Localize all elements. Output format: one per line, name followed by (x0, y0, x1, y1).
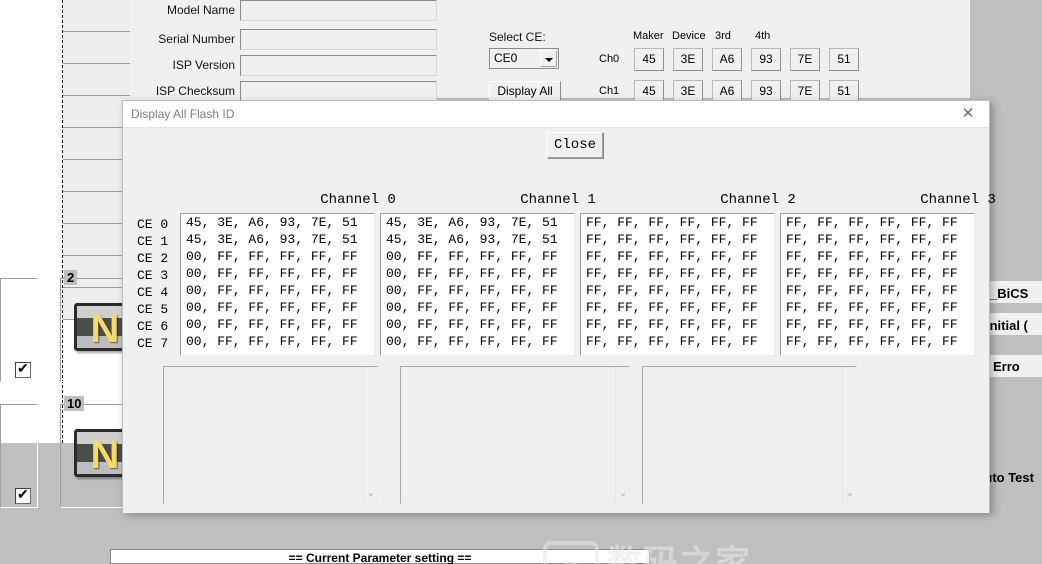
device-checkbox[interactable] (15, 486, 31, 504)
current-parameter-text: == Current Parameter setting == (288, 551, 472, 564)
id-cell[interactable]: 3E (673, 48, 703, 71)
flash-id-row: FF, FF, FF, FF, FF, FF (586, 215, 758, 230)
id-cell[interactable]: 51 (829, 48, 859, 71)
flash-id-panel-3[interactable]: FF, FF, FF, FF, FF, FF FF, FF, FF, FF, FF… (780, 213, 975, 356)
id-cell[interactable]: 45 (634, 48, 664, 71)
ce-label-5: CE 5 (137, 302, 169, 317)
dialog-titlebar[interactable]: Display All Flash ID ✕ (123, 101, 989, 128)
flash-id-row: FF, FF, FF, FF, FF, FF (786, 249, 958, 264)
flash-id-row: FF, FF, FF, FF, FF, FF (586, 249, 758, 264)
log-panel-0[interactable]: ⌄ (163, 366, 378, 504)
ce-label-1: CE 1 (137, 234, 169, 249)
scroll-down-icon[interactable]: ⌄ (843, 487, 857, 501)
flash-id-row: FF, FF, FF, FF, FF, FF (786, 317, 958, 332)
field-label-0: Model Name (166, 3, 235, 17)
channel-row-label-1: Ch1 (599, 85, 620, 97)
flash-id-row: 00, FF, FF, FF, FF, FF (186, 249, 358, 264)
flash-id-row: FF, FF, FF, FF, FF, FF (786, 266, 958, 281)
flash-id-row: FF, FF, FF, FF, FF, FF (786, 283, 958, 298)
flash-id-row: 00, FF, FF, FF, FF, FF (186, 266, 358, 281)
id-cell[interactable]: 93 (751, 48, 781, 71)
ce-label-7: CE 7 (137, 336, 169, 351)
field-input-2[interactable] (240, 55, 437, 76)
flash-id-row: 45, 3E, A6, 93, 7E, 51 (186, 215, 358, 230)
channel-title-3: Channel 3 (920, 192, 996, 208)
flash-id-row: 45, 3E, A6, 93, 7E, 51 (186, 232, 358, 247)
device-number: 2 (64, 270, 78, 285)
id-cell[interactable]: A6 (712, 48, 742, 71)
flash-id-panel-2[interactable]: FF, FF, FF, FF, FF, FF FF, FF, FF, FF, FF… (580, 213, 775, 356)
close-icon[interactable]: ✕ (947, 101, 989, 128)
field-label-2: ISP Version (172, 58, 235, 72)
scroll-down-icon[interactable]: ⌄ (616, 487, 630, 501)
scroll-down-icon[interactable]: ⌄ (364, 487, 378, 501)
ce-label-3: CE 3 (137, 268, 169, 283)
scrollbar-vertical[interactable]: ⌄ (615, 367, 629, 503)
flash-id-row: 00, FF, FF, FF, FF, FF (386, 283, 558, 298)
flash-id-row: 00, FF, FF, FF, FF, FF (186, 283, 358, 298)
scrollbar-vertical[interactable]: ⌄ (363, 367, 377, 503)
flash-id-row: FF, FF, FF, FF, FF, FF (786, 300, 958, 315)
ce-label-6: CE 6 (137, 319, 169, 334)
display-all-flash-id-dialog: Display All Flash ID ✕ Close Channel 0 Ch… (122, 100, 996, 564)
column-header-3: 4th (755, 30, 771, 42)
flash-id-row: FF, FF, FF, FF, FF, FF (586, 266, 758, 281)
select-ce-dropdown[interactable]: CE0 (489, 48, 559, 69)
flash-id-row: 45, 3E, A6, 93, 7E, 51 (386, 215, 558, 230)
flash-id-row: FF, FF, FF, FF, FF, FF (586, 334, 758, 349)
flash-id-row: 00, FF, FF, FF, FF, FF (386, 266, 558, 281)
flash-id-row: FF, FF, FF, FF, FF, FF (586, 232, 758, 247)
error-label: Erro (993, 359, 1020, 374)
flash-id-panel-1[interactable]: 45, 3E, A6, 93, 7E, 51 45, 3E, A6, 93, 7E… (380, 213, 575, 356)
flash-id-row: 00, FF, FF, FF, FF, FF (186, 317, 358, 332)
column-header-0: Maker (633, 30, 664, 42)
chevron-down-icon[interactable] (540, 50, 557, 67)
flash-id-row: 00, FF, FF, FF, FF, FF (186, 300, 358, 315)
close-button[interactable]: Close (547, 132, 603, 158)
log-panel-1[interactable]: ⌄ (400, 366, 630, 504)
flash-id-row: FF, FF, FF, FF, FF, FF (586, 283, 758, 298)
scrollbar-vertical[interactable]: ⌄ (842, 367, 856, 503)
flash-id-row: FF, FF, FF, FF, FF, FF (786, 215, 958, 230)
channel-row-label-0: Ch0 (599, 53, 620, 65)
select-ce-label: Select CE: (489, 30, 546, 44)
field-label-3: ISP Checksum (155, 84, 235, 98)
field-input-0[interactable] (240, 0, 437, 21)
dialog-body: Close Channel 0 Channel 1 Channel 2 Channel… (123, 128, 996, 564)
flash-id-row: 45, 3E, A6, 93, 7E, 51 (386, 232, 558, 247)
column-header-2: 3rd (715, 30, 731, 42)
flash-id-row: 00, FF, FF, FF, FF, FF (386, 300, 558, 315)
channel-title-1: Channel 1 (520, 192, 596, 208)
select-ce-value: CE0 (494, 51, 518, 65)
dialog-title: Display All Flash ID (131, 107, 235, 121)
ce-label-4: CE 4 (137, 285, 169, 300)
initial-label: Initial ( (986, 318, 1028, 333)
flash-id-row: FF, FF, FF, FF, FF, FF (786, 334, 958, 349)
ce-label-0: CE 0 (137, 217, 169, 232)
field-input-1[interactable] (240, 29, 437, 50)
flash-id-row: FF, FF, FF, FF, FF, FF (586, 300, 758, 315)
column-header-1: Device (672, 30, 706, 42)
id-cell[interactable]: 7E (790, 48, 820, 71)
device-checkbox[interactable] (15, 360, 31, 378)
channel-title-2: Channel 2 (720, 192, 796, 208)
current-parameter-box: == Current Parameter setting == (110, 549, 650, 564)
flash-id-row: 00, FF, FF, FF, FF, FF (386, 249, 558, 264)
flash-id-row: FF, FF, FF, FF, FF, FF (786, 232, 958, 247)
ce-label-2: CE 2 (137, 251, 169, 266)
flash-id-row: 00, FF, FF, FF, FF, FF (186, 334, 358, 349)
flash-id-panel-0[interactable]: 45, 3E, A6, 93, 7E, 51 45, 3E, A6, 93, 7E… (180, 213, 375, 356)
field-label-1: Serial Number (158, 32, 235, 46)
flash-id-row: 00, FF, FF, FF, FF, FF (386, 334, 558, 349)
display-all-button[interactable]: Display All (489, 81, 561, 101)
channel-title-0: Channel 0 (320, 192, 396, 208)
field-input-3[interactable] (240, 81, 437, 102)
flash-id-row: 00, FF, FF, FF, FF, FF (386, 317, 558, 332)
bics-label: _BiCS (990, 286, 1029, 301)
ce-row-labels: CE 0 CE 1 CE 2 CE 3 CE 4 CE 5 CE 6 CE 7 (137, 216, 181, 352)
flash-id-row: FF, FF, FF, FF, FF, FF (586, 317, 758, 332)
log-panel-2[interactable]: ⌄ (642, 366, 857, 504)
device-number: 10 (64, 396, 85, 411)
